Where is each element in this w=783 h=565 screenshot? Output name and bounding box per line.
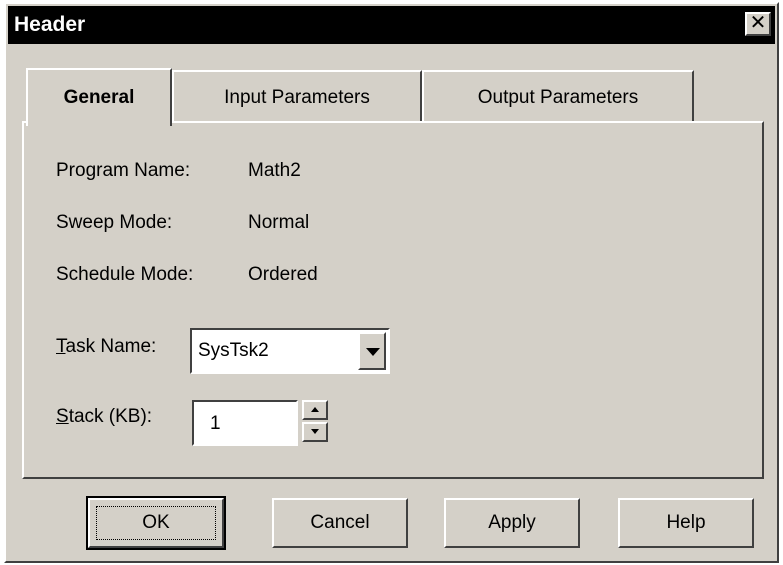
stack-value: 1 bbox=[210, 413, 221, 434]
task-name-dropdown-button[interactable] bbox=[358, 332, 386, 370]
tab-input-parameters-label: Input Parameters bbox=[224, 87, 370, 108]
tab-general[interactable]: General bbox=[26, 68, 172, 126]
close-button[interactable]: ✕ bbox=[745, 12, 771, 36]
task-name-dropdown[interactable]: SysTsk2 bbox=[190, 328, 390, 374]
window-title: Header bbox=[14, 13, 86, 36]
stack-input[interactable]: 1 bbox=[192, 400, 298, 446]
focus-rect bbox=[96, 506, 216, 540]
arrow-up-icon bbox=[311, 407, 319, 412]
close-icon: ✕ bbox=[749, 12, 767, 34]
title-bar: Header ✕ bbox=[8, 6, 775, 44]
cancel-button-label: Cancel bbox=[310, 512, 370, 533]
tab-input-parameters[interactable]: Input Parameters bbox=[172, 70, 422, 122]
chevron-down-icon bbox=[366, 348, 380, 356]
task-name-value: SysTsk2 bbox=[198, 340, 269, 361]
stack-spin-up-button[interactable] bbox=[302, 400, 328, 420]
apply-button[interactable]: Apply bbox=[444, 498, 580, 548]
stack-spin-down-button[interactable] bbox=[302, 422, 328, 442]
apply-button-label: Apply bbox=[488, 512, 536, 533]
tab-output-parameters-label: Output Parameters bbox=[477, 87, 639, 108]
ok-button[interactable]: OK bbox=[86, 496, 226, 550]
help-button-label: Help bbox=[666, 512, 706, 533]
tab-output-parameters[interactable]: Output Parameters bbox=[422, 70, 694, 122]
header-dialog: Header ✕ General Input Parameters Output… bbox=[4, 2, 779, 563]
general-tab-panel bbox=[22, 121, 764, 479]
help-button[interactable]: Help bbox=[618, 498, 754, 548]
tab-general-label: General bbox=[63, 87, 135, 108]
arrow-down-icon bbox=[311, 429, 319, 434]
cancel-button[interactable]: Cancel bbox=[272, 498, 408, 548]
